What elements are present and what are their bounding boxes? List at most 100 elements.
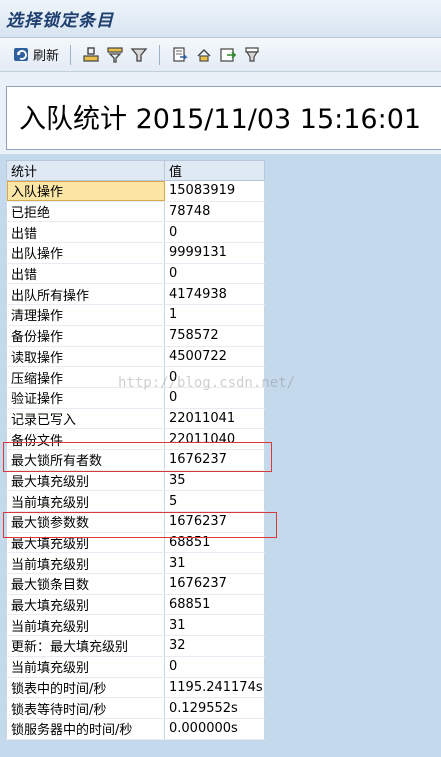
statistic-value-cell[interactable]: 1676237	[164, 511, 265, 533]
statistic-value-cell[interactable]: 22011041	[164, 408, 265, 430]
statistic-name-cell[interactable]: 当前填充级别	[6, 552, 165, 575]
statistic-name-cell[interactable]: 已拒绝	[6, 201, 165, 223]
statistic-value-cell[interactable]: 758572	[164, 325, 265, 347]
statistic-value-cell[interactable]: 4500722	[164, 346, 265, 368]
table-row[interactable]: 入队操作 15083919	[6, 180, 265, 202]
statistic-value-cell[interactable]: 32	[164, 635, 265, 657]
statistic-value-cell[interactable]: 0	[164, 263, 265, 285]
statistic-value-cell[interactable]: 35	[164, 470, 265, 492]
toolbar: 刷新	[0, 38, 441, 72]
statistic-value-cell[interactable]: 0	[164, 366, 265, 388]
table-row[interactable]: 更新：最大填充级别 32	[6, 635, 265, 657]
table-row[interactable]: 备份文件 22011040	[6, 428, 265, 450]
statistic-name-cell[interactable]: 最大填充级别	[6, 532, 165, 554]
statistic-name-cell[interactable]: 最大填充级别	[6, 594, 165, 616]
statistic-value-cell[interactable]: 78748	[164, 201, 265, 223]
table-row[interactable]: 当前填充级别 0	[6, 656, 265, 678]
table-row[interactable]: 锁表中的时间/秒 1195.241174s	[6, 677, 265, 699]
table-row[interactable]: 最大填充级别 68851	[6, 594, 265, 616]
toolbar-separator	[70, 44, 72, 65]
print-button[interactable]	[240, 43, 264, 67]
statistic-value-cell[interactable]: 0	[164, 656, 265, 678]
table-row[interactable]: 出队操作 9999131	[6, 242, 265, 264]
table-row[interactable]: 最大锁所有者数 1676237	[6, 449, 265, 471]
statistic-value-cell[interactable]: 1676237	[164, 573, 265, 595]
statistic-name-cell[interactable]: 读取操作	[6, 346, 165, 368]
column-header-statistic[interactable]: 统计	[6, 160, 165, 181]
table-row[interactable]: 清理操作 1	[6, 304, 265, 326]
statistic-name-cell[interactable]: 当前填充级别	[6, 614, 165, 637]
refresh-icon	[13, 46, 31, 64]
statistics-table: 统计 值 入队操作 15083919 已拒绝 78748 出错 0 出队操作 9999131 出…	[6, 160, 265, 740]
export-icon	[171, 46, 189, 64]
table-row[interactable]: 验证操作 0	[6, 387, 265, 409]
refresh-button[interactable]: 刷新	[10, 43, 62, 67]
statistic-value-cell[interactable]: 31	[164, 614, 265, 637]
statistic-value-cell[interactable]: 9999131	[164, 242, 265, 264]
table-row[interactable]: 最大填充级别 68851	[6, 532, 265, 554]
table-row[interactable]: 最大填充级别 35	[6, 470, 265, 492]
filter-set-button[interactable]	[103, 43, 127, 67]
statistic-name-cell[interactable]: 验证操作	[6, 387, 165, 409]
table-row[interactable]: 已拒绝 78748	[6, 201, 265, 223]
statistic-name-cell[interactable]: 锁表中的时间/秒	[6, 677, 165, 699]
filter-button[interactable]	[127, 43, 151, 67]
export-button[interactable]	[168, 43, 192, 67]
statistic-value-cell[interactable]: 68851	[164, 594, 265, 616]
table-row[interactable]: 记录已写入 22011041	[6, 408, 265, 430]
statistic-name-cell[interactable]: 锁表等待时间/秒	[6, 697, 165, 719]
statistic-name-cell[interactable]: 最大填充级别	[6, 470, 165, 492]
table-row[interactable]: 锁服务器中的时间/秒 0.000000s	[6, 718, 265, 740]
statistic-value-cell[interactable]: 15083919	[164, 180, 265, 202]
statistic-name-cell[interactable]: 锁服务器中的时间/秒	[6, 718, 165, 740]
statistic-name-cell[interactable]: 当前填充级别	[6, 490, 165, 512]
statistic-name-cell[interactable]: 备份文件	[6, 428, 165, 450]
table-row[interactable]: 锁表等待时间/秒 0.129552s	[6, 697, 265, 719]
statistic-value-cell[interactable]: 31	[164, 552, 265, 575]
column-header-value[interactable]: 值	[164, 160, 265, 181]
toolbar-separator	[159, 44, 161, 65]
align-button[interactable]	[79, 43, 103, 67]
statistic-name-cell[interactable]: 更新：最大填充级别	[6, 635, 165, 657]
table-row[interactable]: 出错 0	[6, 221, 265, 244]
save-icon	[219, 46, 237, 64]
statistic-name-cell[interactable]: 清理操作	[6, 304, 165, 326]
statistic-value-cell[interactable]: 0	[164, 387, 265, 409]
table-row[interactable]: 压缩操作 0	[6, 366, 265, 388]
statistic-value-cell[interactable]: 68851	[164, 532, 265, 554]
statistic-value-cell[interactable]: 4174938	[164, 283, 265, 306]
statistic-value-cell[interactable]: 5	[164, 490, 265, 512]
statistic-name-cell[interactable]: 出队操作	[6, 242, 165, 264]
statistic-value-cell[interactable]: 1676237	[164, 449, 265, 471]
layout-button[interactable]	[192, 43, 216, 67]
statistic-name-cell[interactable]: 出错	[6, 221, 165, 244]
table-row[interactable]: 当前填充级别 31	[6, 552, 265, 575]
statistic-name-cell[interactable]: 入队操作	[6, 180, 165, 202]
statistic-value-cell[interactable]: 1	[164, 304, 265, 326]
statistic-value-cell[interactable]: 1195.241174s	[164, 677, 265, 699]
save-button[interactable]	[216, 43, 240, 67]
statistic-name-cell[interactable]: 最大锁所有者数	[6, 449, 165, 471]
statistic-value-cell[interactable]: 0.000000s	[164, 718, 265, 740]
statistic-value-cell[interactable]: 0	[164, 221, 265, 244]
statistic-value-cell[interactable]: 22011040	[164, 428, 265, 450]
statistic-name-cell[interactable]: 备份操作	[6, 325, 165, 347]
filter-icon	[130, 46, 148, 64]
statistic-value-cell[interactable]: 0.129552s	[164, 697, 265, 719]
table-row[interactable]: 读取操作 4500722	[6, 346, 265, 368]
statistic-name-cell[interactable]: 记录已写入	[6, 408, 165, 430]
statistic-name-cell[interactable]: 当前填充级别	[6, 656, 165, 678]
table-row[interactable]: 备份操作 758572	[6, 325, 265, 347]
table-row[interactable]: 当前填充级别 5	[6, 490, 265, 512]
table-row[interactable]: 出队所有操作 4174938	[6, 283, 265, 306]
table-row[interactable]: 出错 0	[6, 263, 265, 285]
statistic-name-cell[interactable]: 最大锁参数数	[6, 511, 165, 533]
table-row[interactable]: 当前填充级别 31	[6, 614, 265, 637]
statistic-name-cell[interactable]: 压缩操作	[6, 366, 165, 388]
statistic-name-cell[interactable]: 最大锁条目数	[6, 573, 165, 595]
statistic-name-cell[interactable]: 出错	[6, 263, 165, 285]
table-row[interactable]: 最大锁参数数 1676237	[6, 511, 265, 533]
statistic-name-cell[interactable]: 出队所有操作	[6, 283, 165, 306]
table-row[interactable]: 最大锁条目数 1676237	[6, 573, 265, 595]
window-title: 选择锁定条目	[6, 11, 114, 31]
